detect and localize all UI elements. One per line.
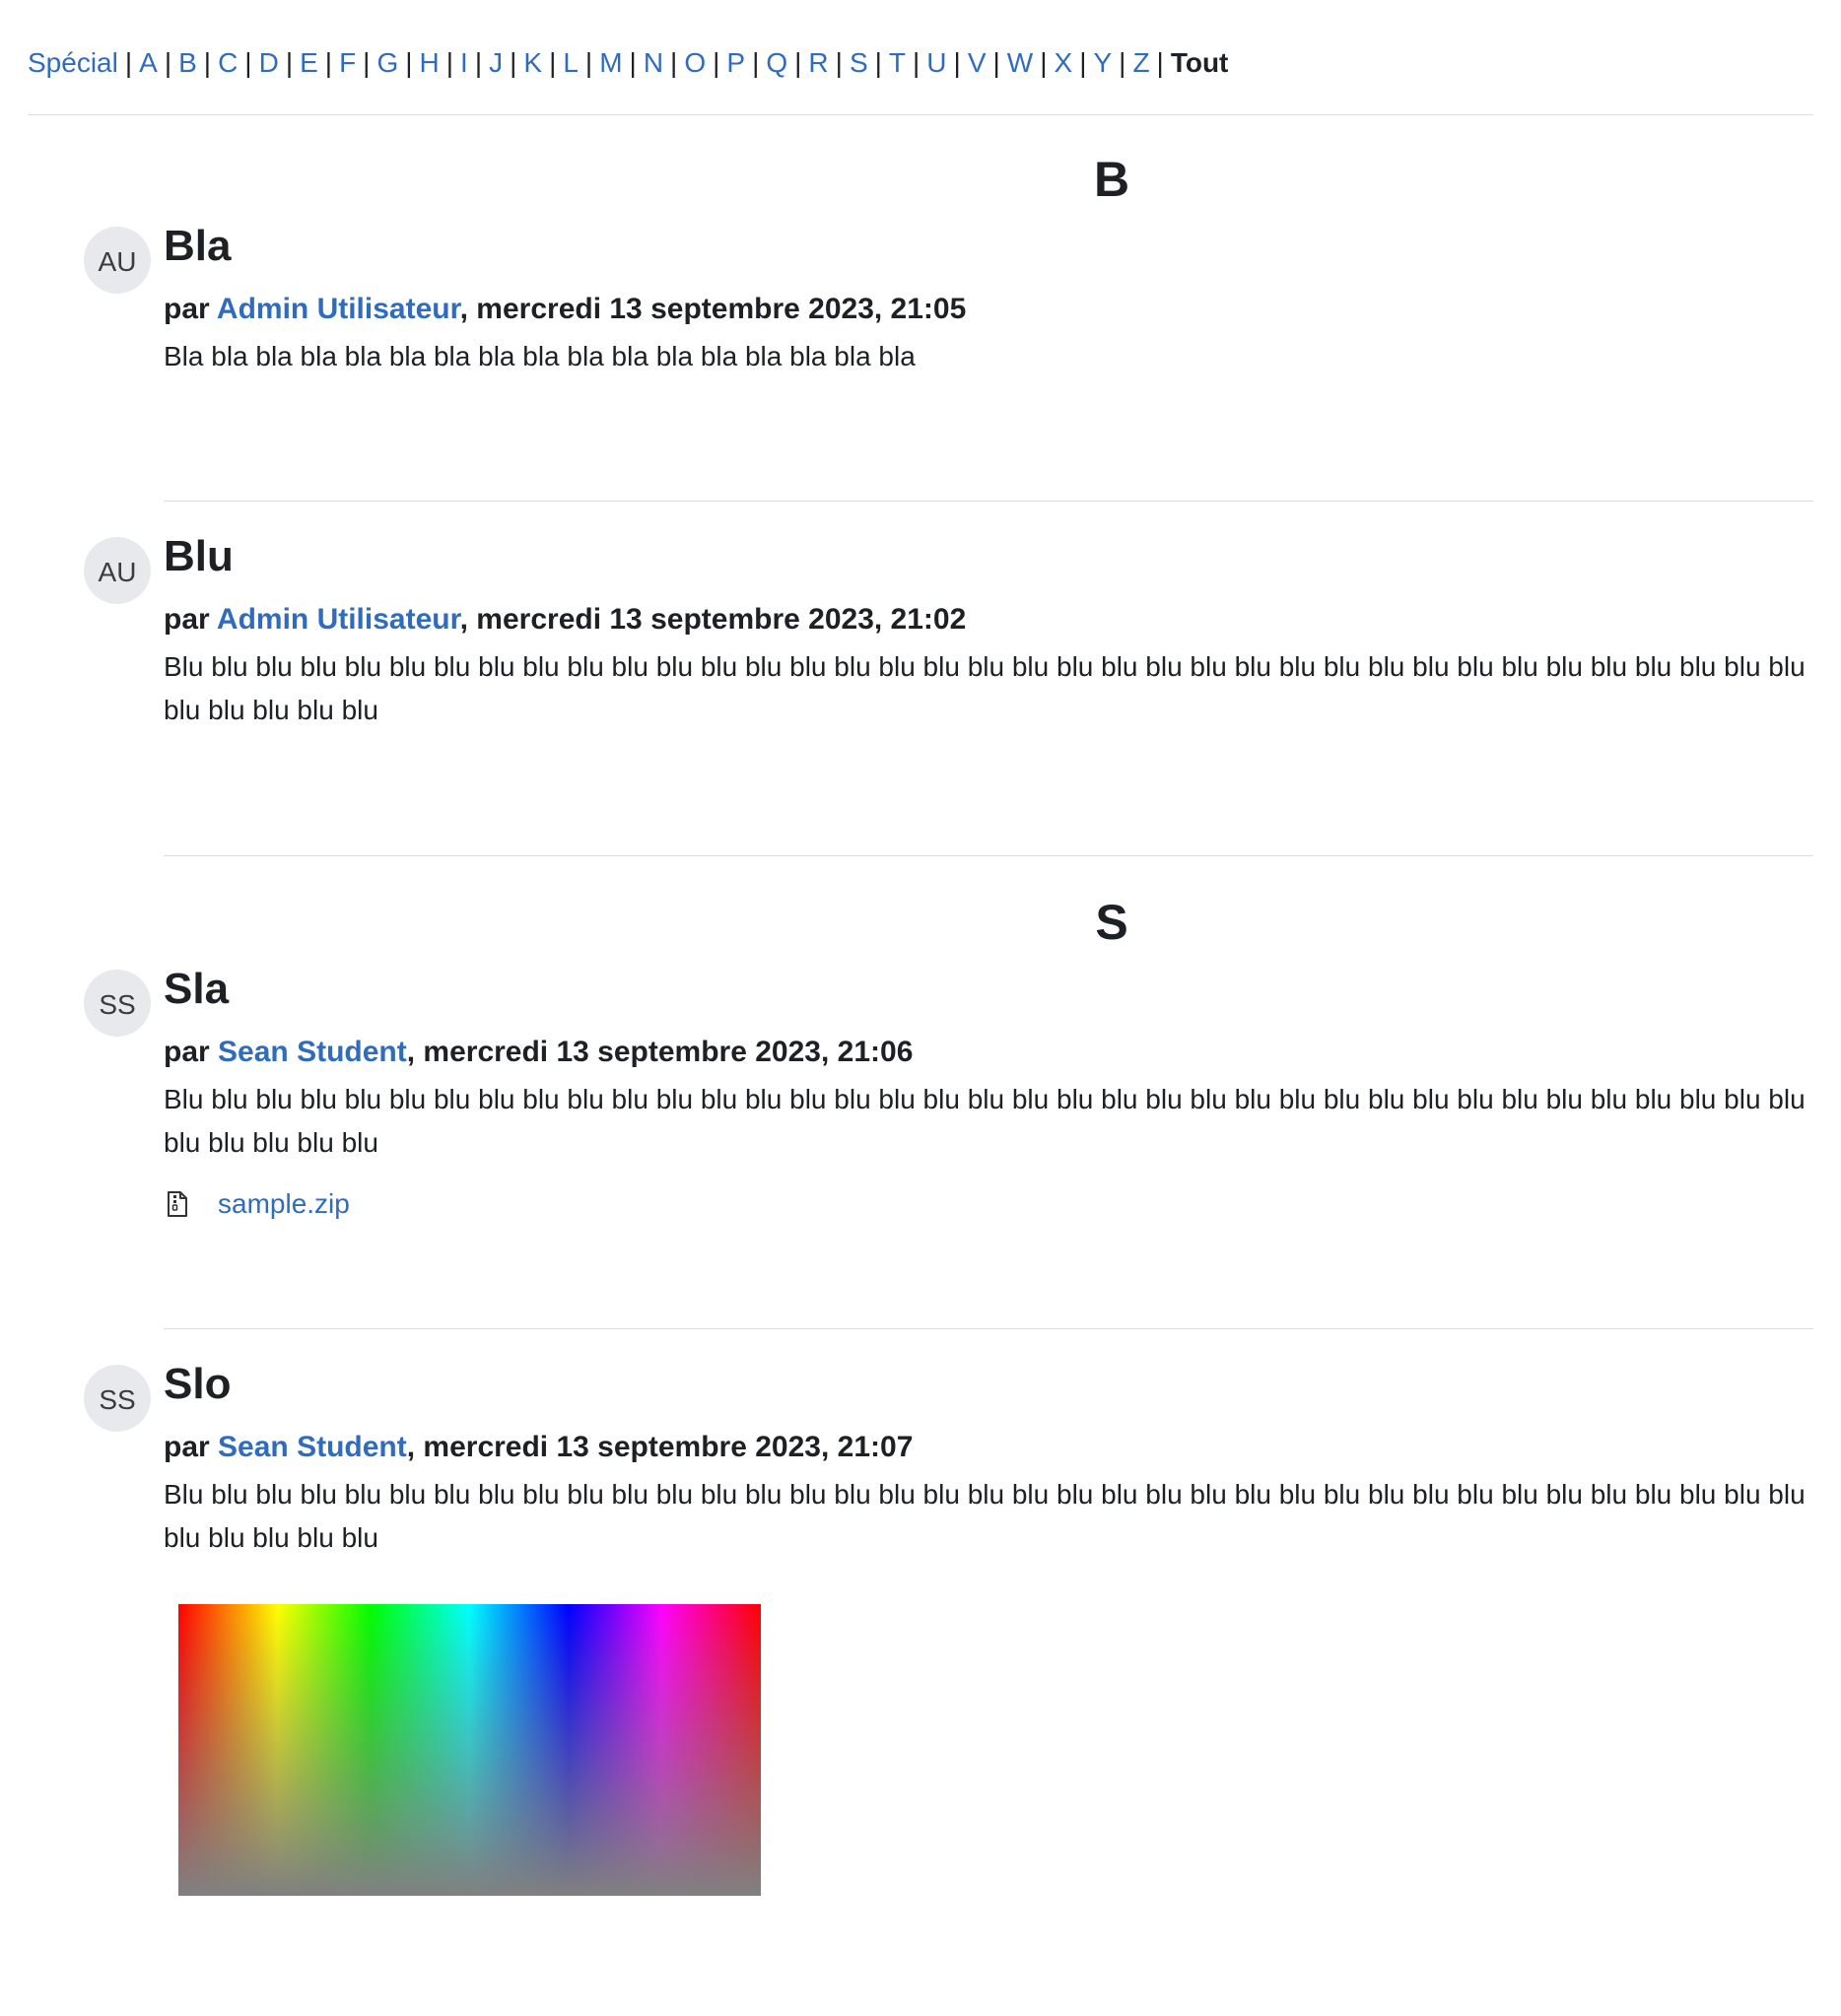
avatar[interactable]: AU xyxy=(84,537,151,604)
nav-separator: | xyxy=(992,47,1000,78)
attachment-link[interactable]: sample.zip xyxy=(218,1188,350,1220)
nav-letter-o[interactable]: O xyxy=(684,47,706,78)
nav-separator: | xyxy=(953,47,961,78)
entry-divider xyxy=(164,501,1813,502)
nav-letter-d[interactable]: D xyxy=(259,47,279,78)
nav-letter-c[interactable]: C xyxy=(218,47,238,78)
nav-separator: | xyxy=(1156,47,1164,78)
nav-letter-h[interactable]: H xyxy=(420,47,440,78)
nav-letter-r[interactable]: R xyxy=(808,47,828,78)
entry-text: Blu blu blu blu blu blu blu blu blu blu … xyxy=(164,1084,1806,1158)
nav-separator: | xyxy=(913,47,920,78)
author-link[interactable]: Sean Student xyxy=(218,1036,407,1068)
entry-divider xyxy=(164,855,1813,856)
entry-title: Bla xyxy=(164,222,232,270)
nav-separator: | xyxy=(629,47,637,78)
entry-body: Sla par Sean Student, mercredi 13 septem… xyxy=(164,965,1813,1220)
entry-date: , mercredi 13 septembre 2023, 21:06 xyxy=(406,1036,914,1068)
byline-prefix: par xyxy=(164,1431,219,1463)
nav-letter-m[interactable]: M xyxy=(599,47,622,78)
nav-separator: | xyxy=(203,47,212,78)
nav-letter-s[interactable]: S xyxy=(850,47,868,78)
alphabet-nav: Spécial | A | B | C | D | E | F | G | H | I | J | K | L | M | N | O | P |… xyxy=(28,43,1228,83)
nav-separator: | xyxy=(164,47,172,78)
nav-separator: | xyxy=(874,47,882,78)
nav-separator: | xyxy=(124,47,133,78)
nav-letter-w[interactable]: W xyxy=(1007,47,1033,78)
nav-letter-e[interactable]: E xyxy=(300,47,318,78)
nav-separator: | xyxy=(584,47,593,78)
entry-text: Blu blu blu blu blu blu blu blu blu blu … xyxy=(164,1479,1806,1553)
nav-separator: | xyxy=(405,47,413,78)
byline-prefix: par xyxy=(164,603,217,636)
byline-prefix: par xyxy=(164,293,217,325)
entry-date: , mercredi 13 septembre 2023, 21:07 xyxy=(406,1431,914,1463)
nav-letter-q[interactable]: Q xyxy=(766,47,787,78)
nav-letter-j[interactable]: J xyxy=(489,47,503,78)
nav-separator: | xyxy=(752,47,760,78)
nav-separator: | xyxy=(285,47,294,78)
entry-body: Slo par Sean Student, mercredi 13 septem… xyxy=(164,1360,1813,1560)
entry-body: Blu par Admin Utilisateur, mercredi 13 s… xyxy=(164,532,1813,732)
nav-separator: | xyxy=(363,47,371,78)
entry-text: Bla bla bla bla bla bla bla bla bla bla … xyxy=(164,341,916,371)
author-link[interactable]: Admin Utilisateur xyxy=(217,603,460,636)
nav-separator: | xyxy=(510,47,517,78)
entry-byline: par Admin Utilisateur, mercredi 13 septe… xyxy=(164,600,1813,639)
nav-separator: | xyxy=(1119,47,1126,78)
entry-byline: par Sean Student, mercredi 13 septembre … xyxy=(164,1428,1813,1467)
nav-letter-n[interactable]: N xyxy=(644,47,663,78)
entry-title: Blu xyxy=(164,532,234,580)
entry-text: Blu blu blu blu blu blu blu blu blu blu … xyxy=(164,651,1806,725)
nav-letter-u[interactable]: U xyxy=(926,47,946,78)
nav-letter-y[interactable]: Y xyxy=(1093,47,1112,78)
nav-separator: | xyxy=(474,47,483,78)
avatar[interactable]: SS xyxy=(84,970,151,1037)
nav-letter-special[interactable]: Spécial xyxy=(28,47,118,78)
nav-divider xyxy=(28,114,1813,115)
section-letter: S xyxy=(1095,895,1128,950)
entry-divider xyxy=(164,1328,1813,1329)
zip-file-icon xyxy=(168,1191,187,1217)
nav-current-all: Tout xyxy=(1170,47,1229,78)
nav-letter-k[interactable]: K xyxy=(523,47,542,78)
nav-letter-a[interactable]: A xyxy=(139,47,158,78)
nav-letter-x[interactable]: X xyxy=(1055,47,1073,78)
entry-title: Slo xyxy=(164,1360,232,1408)
nav-separator: | xyxy=(244,47,252,78)
nav-separator: | xyxy=(324,47,333,78)
nav-letter-f[interactable]: F xyxy=(339,47,356,78)
entry-body: Bla par Admin Utilisateur, mercredi 13 s… xyxy=(164,222,1813,378)
entry-date: , mercredi 13 septembre 2023, 21:05 xyxy=(459,293,967,325)
nav-letter-b[interactable]: B xyxy=(178,47,197,78)
nav-separator: | xyxy=(794,47,802,78)
nav-separator: | xyxy=(835,47,843,78)
nav-letter-g[interactable]: G xyxy=(376,47,398,78)
author-link[interactable]: Admin Utilisateur xyxy=(217,293,460,325)
nav-separator: | xyxy=(1040,47,1048,78)
nav-letter-v[interactable]: V xyxy=(968,47,987,78)
entry-title: Sla xyxy=(164,965,230,1013)
nav-separator: | xyxy=(670,47,678,78)
entry-byline: par Sean Student, mercredi 13 septembre … xyxy=(164,1033,1813,1072)
avatar[interactable]: AU xyxy=(84,227,151,294)
nav-letter-i[interactable]: I xyxy=(460,47,468,78)
section-letter: B xyxy=(1093,152,1130,207)
avatar[interactable]: SS xyxy=(84,1365,151,1432)
nav-separator: | xyxy=(549,47,557,78)
author-link[interactable]: Sean Student xyxy=(218,1431,407,1463)
embedded-image xyxy=(178,1604,761,1896)
nav-separator: | xyxy=(1079,47,1087,78)
nav-separator: | xyxy=(713,47,720,78)
byline-prefix: par xyxy=(164,1036,219,1068)
nav-letter-l[interactable]: L xyxy=(563,47,579,78)
nav-letter-t[interactable]: T xyxy=(889,47,906,78)
entry-byline: par Admin Utilisateur, mercredi 13 septe… xyxy=(164,290,1813,329)
nav-letter-p[interactable]: P xyxy=(726,47,745,78)
nav-separator: | xyxy=(445,47,454,78)
entry-date: , mercredi 13 septembre 2023, 21:02 xyxy=(459,603,967,636)
nav-letter-z[interactable]: Z xyxy=(1132,47,1149,78)
attachment: sample.zip xyxy=(164,1188,1813,1220)
